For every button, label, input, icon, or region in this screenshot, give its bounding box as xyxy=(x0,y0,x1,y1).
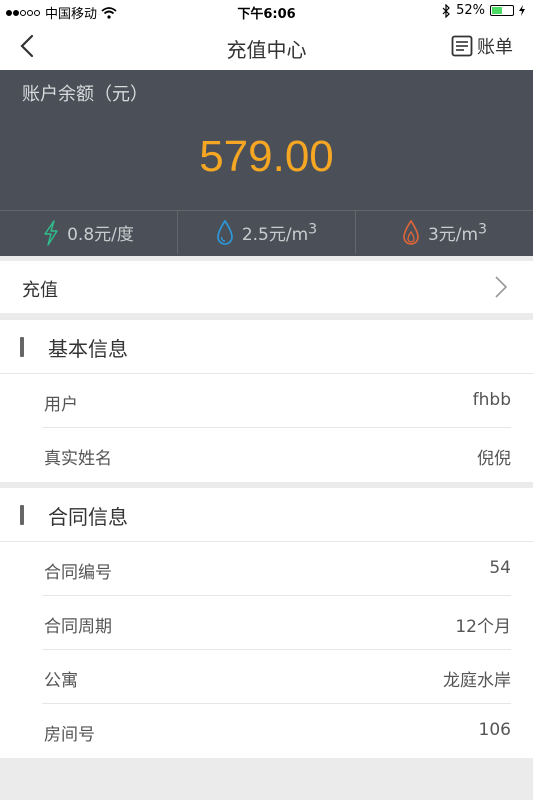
balance-label: 账户余额（元） xyxy=(22,84,148,105)
status-bar: 中国移动 下午6:06 52% xyxy=(0,0,533,22)
rate-gas-text: 3元/m xyxy=(427,225,479,245)
contract-row-apartment: 公寓 龙庭水岸 xyxy=(0,650,533,704)
info-key: 真实姓名 xyxy=(44,449,112,469)
status-right: 52% xyxy=(442,3,525,18)
rate-gas: 3元/m3 xyxy=(356,211,533,254)
rate-water-value: 2.5元/m3 xyxy=(242,220,317,245)
lightning-icon xyxy=(44,219,58,246)
chevron-right-icon xyxy=(495,276,508,298)
gas-flame-icon xyxy=(403,219,419,245)
info-row-user: 用户 fhbb xyxy=(0,374,533,428)
info-key: 公寓 xyxy=(44,671,78,691)
battery-icon xyxy=(490,5,514,16)
section-marker xyxy=(20,505,24,525)
rate-electricity: 0.8元/度 xyxy=(0,211,178,254)
contract-row-period: 合同周期 12个月 xyxy=(0,596,533,650)
rates-bar: 0.8元/度 2.5元/m3 3元/m3 xyxy=(0,210,533,254)
basic-info-header: 基本信息 xyxy=(0,320,533,374)
battery-percent: 52% xyxy=(456,3,485,18)
charge-row[interactable]: 充值 xyxy=(0,261,533,313)
info-value: 龙庭水岸 xyxy=(443,671,511,691)
contract-info-section: 合同信息 合同编号 54 合同周期 12个月 公寓 龙庭水岸 房间号 106 xyxy=(0,488,533,758)
bill-icon xyxy=(451,35,473,57)
info-value: 106 xyxy=(478,720,511,740)
rate-water-sup: 3 xyxy=(308,221,318,238)
rate-water-text: 2.5元/m xyxy=(241,225,309,245)
info-key: 用户 xyxy=(44,395,78,415)
info-value: 54 xyxy=(489,558,511,578)
info-value: fhbb xyxy=(472,390,511,410)
rate-water: 2.5元/m3 xyxy=(178,211,356,254)
rate-gas-value: 3元/m3 xyxy=(428,220,487,245)
section-marker xyxy=(20,337,24,357)
rate-gas-sup: 3 xyxy=(478,221,488,238)
info-key: 房间号 xyxy=(44,725,95,745)
navbar: 充值中心 账单 xyxy=(0,22,533,70)
bill-label: 账单 xyxy=(477,37,513,58)
contract-row-room: 房间号 106 xyxy=(0,704,533,758)
rate-electricity-value: 0.8元/度 xyxy=(67,225,134,245)
charging-icon xyxy=(519,5,525,16)
info-value: 倪倪 xyxy=(477,449,511,469)
info-row-real-name: 真实姓名 倪倪 xyxy=(0,428,533,482)
bill-button[interactable]: 账单 xyxy=(451,33,513,59)
basic-info-section: 基本信息 用户 fhbb 真实姓名 倪倪 xyxy=(0,320,533,482)
bluetooth-icon xyxy=(442,3,450,18)
basic-info-title: 基本信息 xyxy=(48,337,128,361)
charge-label: 充值 xyxy=(22,280,58,301)
water-drop-icon xyxy=(217,219,233,245)
contract-info-title: 合同信息 xyxy=(48,505,128,529)
account-panel: 账户余额（元） 579.00 0.8元/度 2.5元/m3 3元/m3 xyxy=(0,70,533,256)
balance-value: 579.00 xyxy=(199,132,334,181)
contract-info-header: 合同信息 xyxy=(0,488,533,542)
info-value: 12个月 xyxy=(455,617,511,637)
contract-row-number: 合同编号 54 xyxy=(0,542,533,596)
info-key: 合同周期 xyxy=(44,617,112,637)
info-key: 合同编号 xyxy=(44,563,112,583)
